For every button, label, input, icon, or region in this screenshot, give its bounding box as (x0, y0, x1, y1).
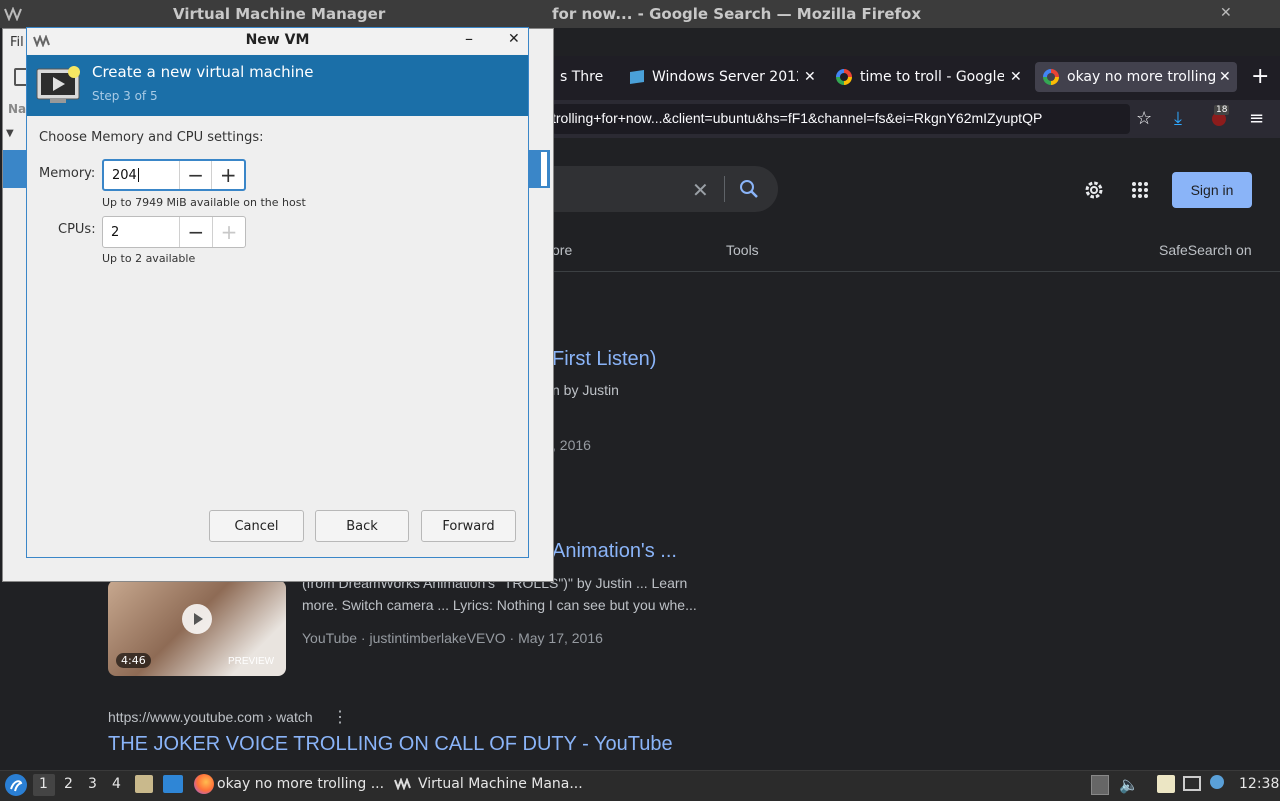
cpus-spinner[interactable]: 2 − + (102, 216, 246, 248)
tools-tab[interactable]: Tools (726, 242, 759, 258)
tab-okay-no-more-trolling[interactable]: okay no more trolling f ✕ (1035, 62, 1237, 92)
tab-label: Windows Server 2012 (652, 69, 798, 85)
cpus-input[interactable]: 2 (103, 217, 179, 247)
play-icon[interactable] (182, 604, 212, 634)
clear-search-icon[interactable]: ✕ (692, 178, 709, 202)
windows-favicon-icon (630, 70, 644, 84)
close-icon[interactable]: ✕ (508, 31, 520, 47)
window-close-icon[interactable]: ✕ (1220, 5, 1232, 21)
minimize-icon[interactable]: – (465, 29, 473, 48)
result-snippet: n by Justin (552, 382, 619, 398)
google-apps-icon[interactable] (1131, 181, 1149, 203)
tab-thread[interactable]: s Thre (560, 62, 624, 92)
section-label: Choose Memory and CPU settings: (39, 130, 264, 145)
vmm-row-edge (541, 152, 547, 186)
new-vm-dialog: New VM – ✕ Create a new virtual machine … (26, 27, 529, 558)
video-duration: 4:46 (116, 653, 151, 668)
memory-input[interactable]: 204 (104, 161, 179, 189)
url-text[interactable]: trolling+for+now...&client=ubuntu&hs=fF1… (552, 110, 1124, 126)
search-icon[interactable] (739, 179, 759, 203)
memory-spinner[interactable]: 204 − + (102, 159, 246, 191)
workspace-3[interactable]: 3 (88, 776, 97, 792)
taskbar (0, 770, 1280, 801)
more-tab[interactable]: ore (552, 242, 572, 258)
settings-gear-icon[interactable] (1083, 179, 1105, 205)
memory-increment-button[interactable]: + (211, 161, 244, 189)
new-tab-button[interactable]: + (1251, 64, 1269, 89)
tab-time-to-troll[interactable]: time to troll - Google S ✕ (836, 62, 1026, 92)
bookmark-star-icon[interactable]: ☆ (1136, 108, 1152, 129)
back-button[interactable]: Back (315, 510, 409, 542)
memory-decrement-button[interactable]: − (178, 161, 212, 189)
taskbar-firefox-task[interactable]: okay no more trolling ... (217, 776, 384, 792)
downloads-icon[interactable]: ⤓ (1174, 108, 1182, 129)
search-divider (724, 176, 725, 202)
result-title[interactable]: THE JOKER VOICE TROLLING ON CALL OF DUTY… (108, 733, 673, 756)
result-title[interactable]: First Listen) (552, 348, 656, 371)
cancel-button[interactable]: Cancel (209, 510, 304, 542)
video-thumbnail[interactable]: 4:46 PREVIEW (108, 580, 286, 676)
google-favicon-icon (1043, 69, 1059, 85)
tray-arrow-icon[interactable] (1091, 775, 1109, 795)
dialog-title: New VM (245, 32, 310, 48)
memory-hint: Up to 7949 MiB available on the host (102, 196, 306, 209)
vmm-name-column[interactable]: Na (8, 102, 26, 116)
tab-label: time to troll - Google S (860, 69, 1004, 85)
memory-label: Memory: (39, 166, 96, 181)
firefox-window-title: for now... - Google Search — Mozilla Fir… (552, 5, 922, 23)
menu-icon[interactable]: ≡ (1249, 108, 1264, 129)
result-title[interactable]: Animation's ... (552, 540, 677, 563)
result-date: , 2016 (552, 437, 591, 453)
result-url: https://www.youtube.com › watch (108, 709, 313, 725)
vmm-window-title: Virtual Machine Manager (173, 5, 386, 23)
start-menu-icon[interactable] (5, 774, 27, 796)
desktop-icon[interactable] (163, 775, 183, 793)
tab-close-icon[interactable]: ✕ (1010, 69, 1022, 85)
file-manager-icon[interactable] (135, 775, 153, 793)
firefox-icon (194, 774, 214, 794)
clipboard-icon[interactable] (1157, 775, 1175, 793)
workspace-1[interactable]: 1 (39, 776, 48, 792)
sign-in-button[interactable]: Sign in (1172, 172, 1252, 208)
more-options-icon[interactable]: ⋮ (332, 707, 348, 727)
tab-close-icon[interactable]: ✕ (1219, 69, 1231, 85)
result-source: YouTube · justintimberlakeVEVO · May 17,… (302, 630, 603, 646)
updates-icon[interactable] (1210, 775, 1224, 789)
workspace-2[interactable]: 2 (64, 776, 73, 792)
preview-label: PREVIEW (228, 656, 275, 667)
cpus-label: CPUs: (58, 222, 96, 237)
result-snippet: more. Switch camera ... Lyrics: Nothing … (302, 597, 697, 613)
tab-label: okay no more trolling f (1067, 69, 1215, 85)
tab-close-icon[interactable]: ✕ (804, 69, 816, 85)
network-icon[interactable] (1183, 776, 1201, 791)
safesearch-label[interactable]: SafeSearch on (1159, 242, 1252, 258)
step-indicator: Step 3 of 5 (92, 89, 158, 103)
cpus-hint: Up to 2 available (102, 252, 196, 265)
vmm-taskbar-icon (394, 777, 414, 794)
new-vm-monitor-icon (36, 66, 82, 110)
workspace-4[interactable]: 4 (112, 776, 121, 792)
clock[interactable]: 12:38 (1239, 776, 1279, 792)
taskbar-vmm-task[interactable]: Virtual Machine Mana... (418, 776, 583, 792)
vmm-app-icon (4, 6, 24, 22)
extension-badge: 18 (1214, 105, 1230, 115)
dialog-heading: Create a new virtual machine (92, 63, 314, 81)
header-divider (552, 271, 1280, 272)
forward-button[interactable]: Forward (421, 510, 516, 542)
tab-label: s Thre (560, 69, 604, 85)
tab-windows-server[interactable]: Windows Server 2012 ✕ (630, 62, 820, 92)
google-favicon-icon (836, 69, 852, 85)
vmm-expander-icon[interactable]: ▼ (6, 128, 14, 139)
cpus-increment-button: + (211, 217, 245, 247)
vmm-file-menu[interactable]: Fil (10, 35, 24, 50)
cpus-decrement-button[interactable]: − (178, 217, 212, 247)
volume-icon[interactable]: 🔈 (1119, 775, 1139, 794)
